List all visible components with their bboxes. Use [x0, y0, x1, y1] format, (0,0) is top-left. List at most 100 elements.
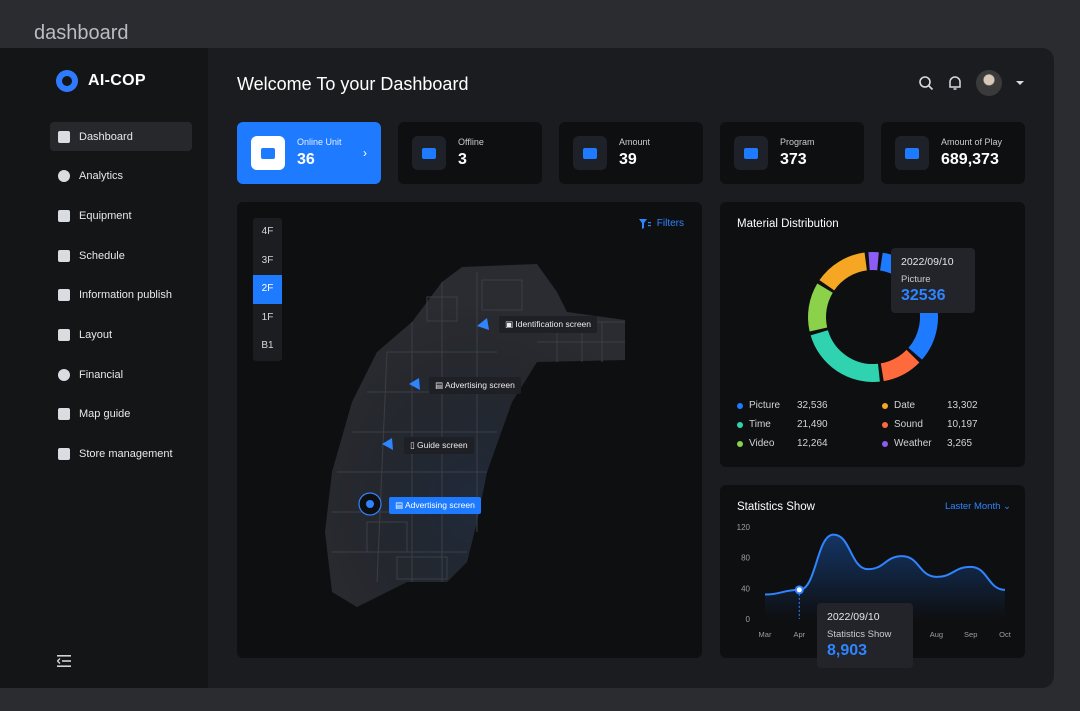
tag-label: Advertising screen	[404, 500, 475, 510]
filter-icon	[638, 218, 651, 229]
material-distribution-panel: Material Distribution 2022/09/10 Picture…	[720, 202, 1025, 467]
y-tick-label: 0	[746, 615, 751, 624]
chevron-down-icon: ⌄	[1003, 501, 1011, 512]
x-tick-label: Mar	[759, 630, 772, 639]
panel-title: Statistics Show	[737, 501, 815, 513]
sidebar-item-label: Information publish	[79, 289, 172, 302]
stat-label: Program	[780, 137, 815, 147]
legend-item-sound: Sound	[882, 419, 947, 430]
sidebar-item-layout[interactable]: Layout	[50, 320, 192, 349]
highlight-point[interactable]	[794, 585, 804, 595]
screen-icon: ▤	[395, 500, 405, 510]
floor-b1[interactable]: B1	[253, 332, 282, 361]
floor-plan-map[interactable]	[237, 202, 702, 658]
layers-icon	[58, 130, 70, 143]
play-icon	[895, 136, 929, 170]
phone-icon: ▯	[410, 440, 418, 450]
brand-name: AI-COP	[88, 72, 146, 89]
map-tag-identification-screen[interactable]: ▣ Identification screen	[499, 316, 598, 333]
legend-item-time: Time	[737, 419, 797, 430]
legend-item-weather: Weather	[882, 438, 947, 449]
camera-icon: ▣	[505, 319, 516, 329]
sidebar-item-information-publish[interactable]: Information publish	[50, 281, 192, 310]
donut-slice-sound[interactable]	[880, 349, 920, 382]
sidebar-item-label: Layout	[79, 328, 113, 341]
video-folder-icon	[734, 136, 768, 170]
floor-1f[interactable]: 1F	[253, 304, 282, 333]
tag-label: Identification screen	[515, 319, 592, 329]
stat-card-program[interactable]: Program 373	[720, 122, 864, 184]
map-tag-guide-screen[interactable]: ▯ Guide screen	[404, 437, 474, 454]
sidebar-item-dashboard[interactable]: Dashboard	[50, 122, 192, 151]
chevron-right-icon[interactable]: ›	[363, 146, 367, 160]
main-panel: Welcome To your Dashboard Online Unit 36 …	[208, 48, 1054, 688]
stat-label: Offline	[458, 137, 484, 147]
map-icon	[58, 408, 70, 421]
stat-card-amount[interactable]: Amount 39	[559, 122, 703, 184]
tooltip-value: 8,903	[827, 642, 868, 659]
x-tick-label: Sep	[964, 630, 977, 639]
bar-chart-icon	[573, 136, 607, 170]
legend-item-picture: Picture	[737, 400, 797, 411]
sidebar-nav: Dashboard Analytics Equipment Schedule I…	[50, 122, 192, 479]
legend-value: 13,302	[947, 400, 978, 411]
tooltip-date: 2022/09/10	[901, 256, 954, 268]
floor-3f[interactable]: 3F	[253, 247, 282, 276]
floor-selector: 4F 3F 2F 1F B1	[253, 218, 282, 361]
tag-label: Advertising screen	[444, 380, 515, 390]
legend-value: 3,265	[947, 438, 973, 449]
map-tag-advertising-screen[interactable]: ▤ Advertising screen	[429, 377, 521, 394]
sidebar: AI-COP Dashboard Analytics Equipment Sch…	[0, 48, 208, 688]
sidebar-item-equipment[interactable]: Equipment	[50, 201, 192, 230]
filters-button[interactable]: Filters	[638, 218, 684, 229]
collapse-menu-icon[interactable]	[57, 655, 71, 667]
calendar-icon	[58, 249, 70, 262]
x-tick-label: Aug	[930, 630, 943, 639]
range-dropdown[interactable]: Laster Month ⌄	[945, 501, 1011, 512]
tooltip-value: 32536	[901, 287, 946, 304]
stat-card-amount-of-play[interactable]: Amount of Play 689,373	[881, 122, 1025, 184]
stat-label: Amount of Play	[941, 137, 1003, 147]
avatar[interactable]	[976, 70, 1002, 96]
stat-value: 3	[458, 151, 467, 168]
y-tick-label: 40	[741, 584, 750, 593]
donut-slice-video[interactable]	[808, 283, 833, 332]
sidebar-item-map-guide[interactable]: Map guide	[50, 400, 192, 429]
tooltip-date: 2022/09/10	[827, 611, 880, 623]
x-tick-label: Oct	[999, 630, 1012, 639]
sidebar-item-store-management[interactable]: Store management	[50, 440, 192, 469]
sidebar-item-financial[interactable]: Financial	[50, 360, 192, 389]
floor-2f[interactable]: 2F	[253, 275, 282, 304]
legend-value: 32,536	[797, 400, 828, 411]
panel-title: Material Distribution	[737, 218, 839, 230]
material-tooltip: 2022/09/10 Picture 32536	[891, 248, 975, 313]
sidebar-item-schedule[interactable]: Schedule	[50, 241, 192, 270]
sidebar-item-analytics[interactable]: Analytics	[50, 162, 192, 191]
material-legend: Picture 32,536 Date 13,302 Time 21,490 S…	[737, 400, 1017, 449]
statistics-panel: Statistics Show Laster Month ⌄ 0 40 80 120 M…	[720, 485, 1025, 668]
page-caption: dashboard	[34, 22, 129, 44]
layout-icon	[58, 328, 70, 341]
sidebar-item-label: Store management	[79, 448, 173, 460]
stat-card-offline[interactable]: Offline 3	[398, 122, 542, 184]
sidebar-item-label: Dashboard	[79, 130, 133, 143]
range-label: Laster Month	[944, 501, 1001, 512]
tooltip-label: Statistics Show	[827, 629, 892, 640]
chevron-down-icon[interactable]	[1016, 80, 1024, 86]
sidebar-item-label: Schedule	[79, 249, 125, 262]
brand-logo[interactable]: AI-COP	[56, 70, 146, 92]
donut-slice-date[interactable]	[819, 252, 868, 291]
stat-card-online-unit[interactable]: Online Unit 36 ›	[237, 122, 381, 184]
search-icon[interactable]	[918, 75, 934, 91]
sidebar-item-label: Map guide	[79, 408, 131, 421]
logo-icon	[56, 70, 78, 92]
stat-value: 689,373	[941, 151, 999, 168]
bell-icon[interactable]	[948, 75, 962, 91]
monitor-check-icon	[251, 136, 285, 170]
floor-map-panel: 4F 3F 2F 1F B1 Filters ▣ Identification …	[237, 202, 702, 658]
map-tag-advertising-screen-selected[interactable]: ▤ Advertising screen	[389, 497, 481, 514]
x-tick-label: Apr	[793, 630, 805, 639]
legend-value: 12,264	[797, 438, 828, 449]
floor-4f[interactable]: 4F	[253, 218, 282, 247]
donut-slice-time[interactable]	[810, 329, 880, 382]
